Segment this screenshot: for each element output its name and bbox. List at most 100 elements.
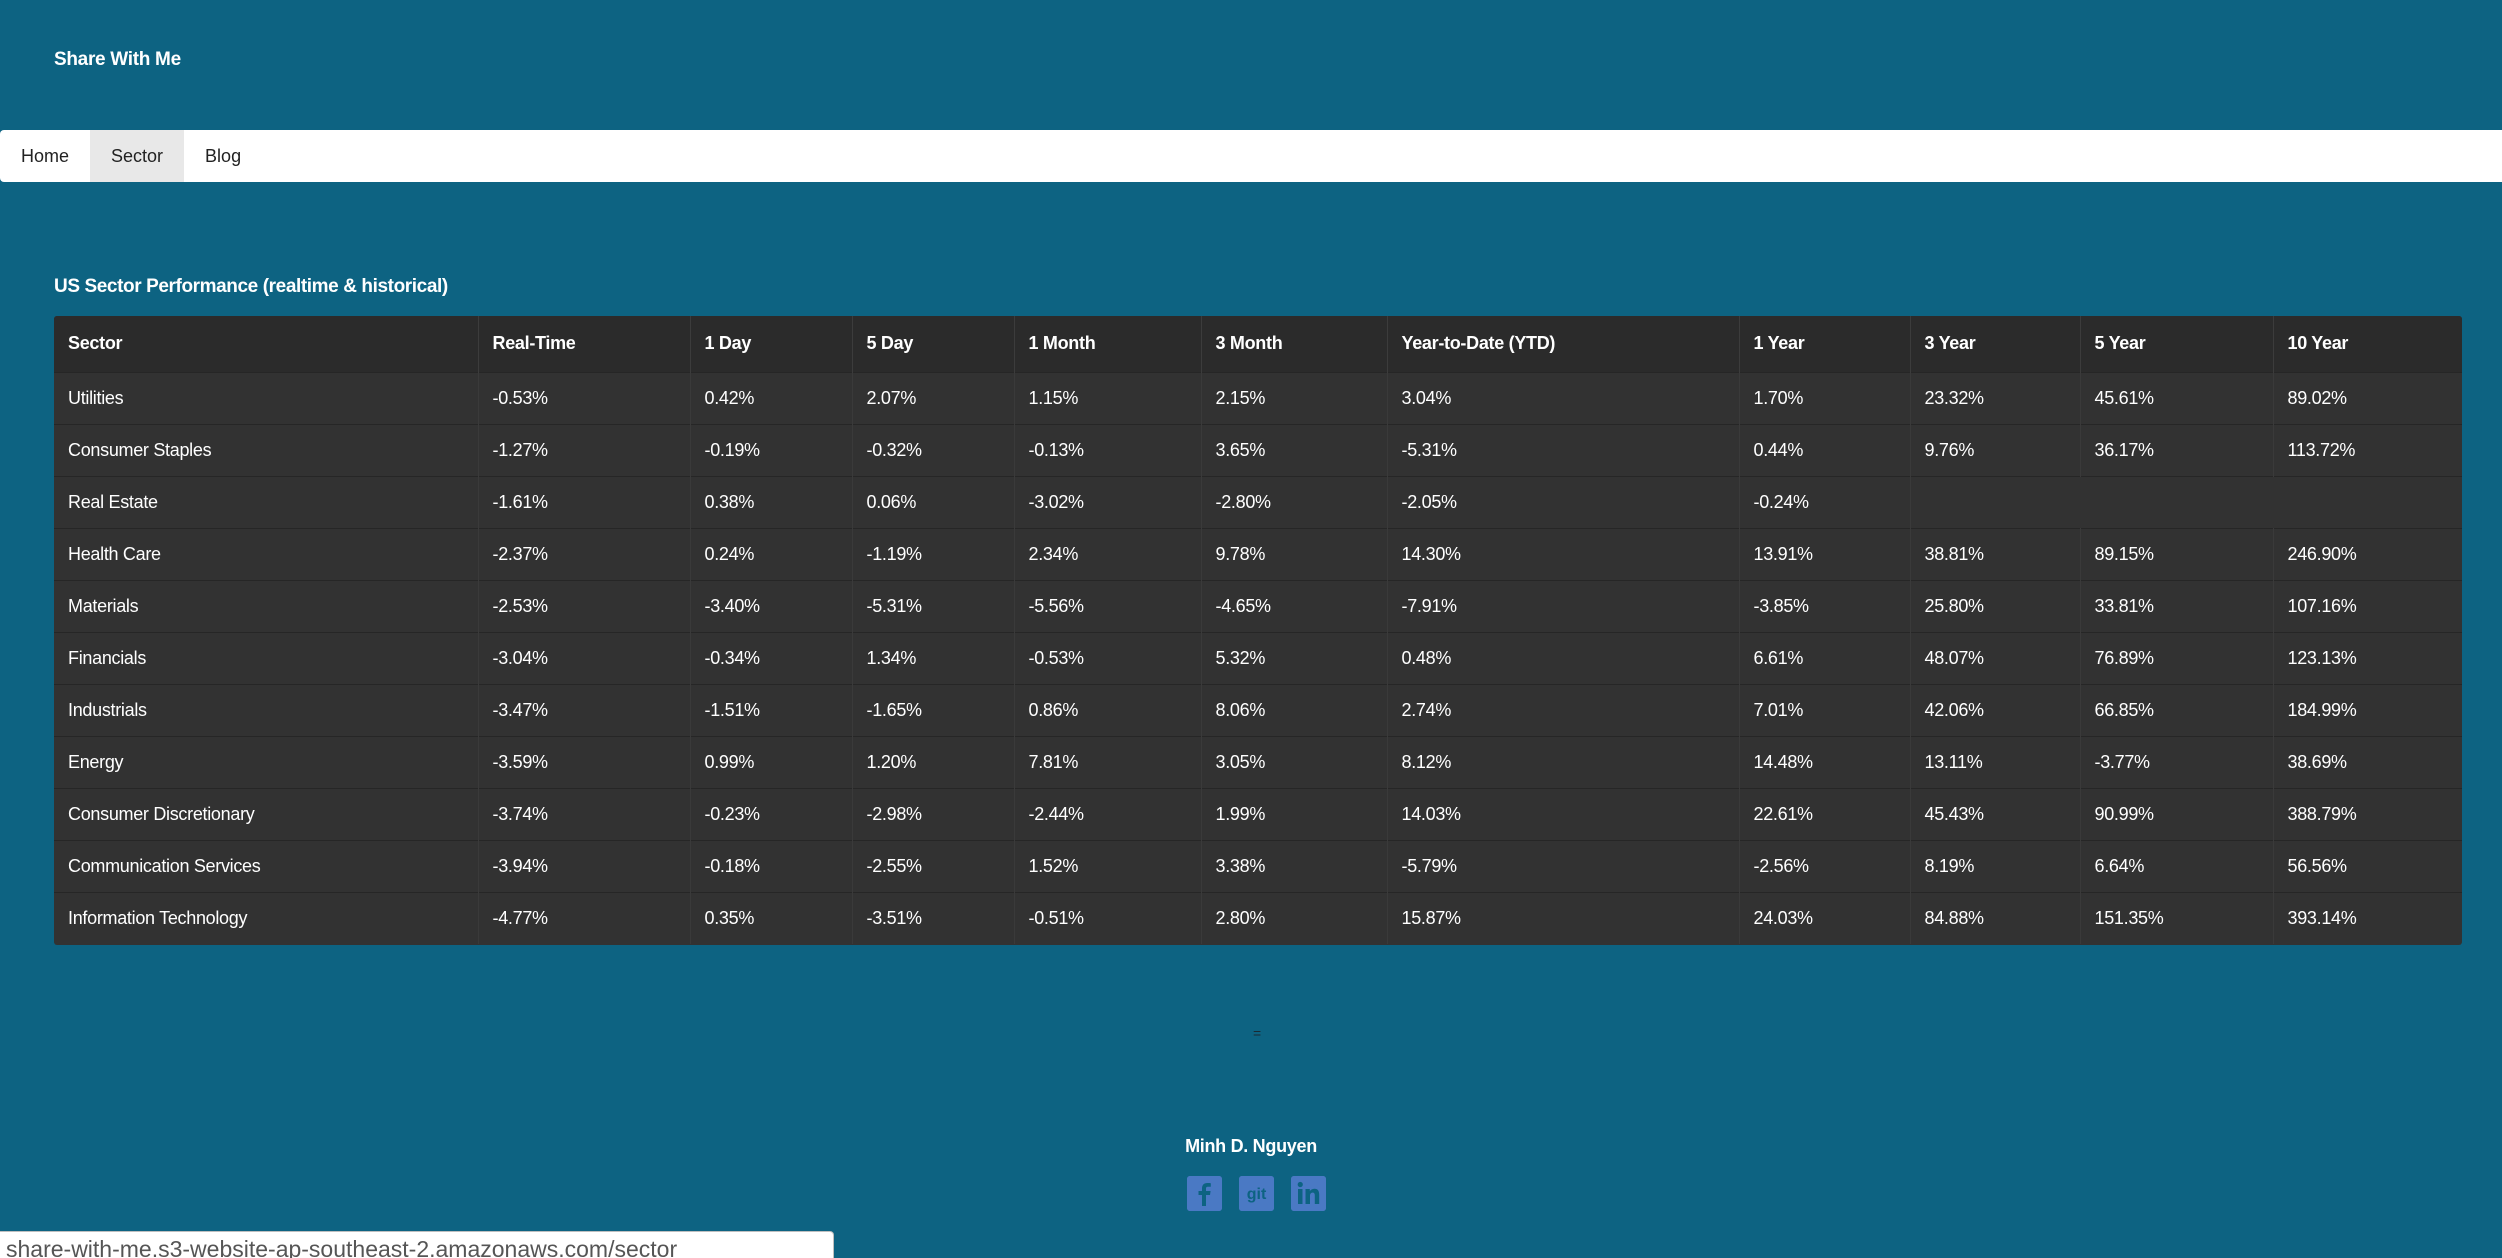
column-header: 3 Year [1910, 316, 2081, 372]
column-header: 1 Year [1739, 316, 1911, 372]
performance-cell: -0.53% [1014, 631, 1202, 684]
sector-name-cell: Energy [54, 735, 479, 788]
performance-cell: 0.44% [1739, 423, 1911, 476]
column-header: 10 Year [2287, 333, 2349, 354]
social-links: git [1187, 1176, 1326, 1211]
performance-cell: -3.02% [1014, 475, 1202, 528]
performance-cell: 1.99% [1201, 787, 1388, 840]
performance-cell: -0.51% [1014, 891, 1202, 944]
performance-cell: 0.99% [690, 735, 853, 788]
column-header: 5 Year [2080, 316, 2274, 372]
performance-cell: -3.59% [478, 735, 691, 788]
sector-name-cell: Communication Services [54, 839, 479, 892]
table-row: Materials -2.53% -3.40% -5.31% -5.56% -4.65% -… [54, 579, 2462, 632]
performance-cell: 38.69% [2273, 735, 2462, 788]
performance-cell: 388.79% [2273, 787, 2462, 840]
sector-performance-table: Sector Real-Time 1 Day 5 Day 1 Month 3 Month Y… [54, 316, 2462, 945]
performance-cell: -0.19% [690, 423, 853, 476]
performance-cell: 14.48% [1739, 735, 1911, 788]
performance-cell: -0.18% [690, 839, 853, 892]
divider-mark: = [1253, 1025, 1262, 1041]
performance-cell: -3.51% [852, 891, 1015, 944]
sector-name-cell: Consumer Discretionary [54, 787, 479, 840]
performance-cell: 2.15% [1201, 371, 1388, 424]
performance-cell: 0.48% [1387, 631, 1740, 684]
nav-item-blog[interactable]: Blog [184, 130, 262, 182]
column-header: Sector [54, 316, 479, 372]
performance-cell: 246.90% [2273, 527, 2462, 580]
table-row: Utilities -0.53% 0.42% 2.07% 1.15% 2.15% 3.04%… [54, 371, 2462, 424]
performance-cell: -2.53% [478, 579, 691, 632]
performance-cell: -4.77% [478, 891, 691, 944]
performance-cell [2080, 475, 2273, 528]
performance-cell: 1.52% [1014, 839, 1202, 892]
performance-cell: 184.99% [2273, 683, 2462, 736]
performance-cell: -3.85% [1739, 579, 1911, 632]
column-header: Real-Time [478, 316, 691, 372]
table-row: Health Care -2.37% 0.24% -1.19% 2.34% 9.78% 14… [54, 527, 2462, 580]
performance-cell: 2.07% [852, 371, 1015, 424]
performance-cell: -1.19% [852, 527, 1015, 580]
performance-cell: -3.40% [690, 579, 853, 632]
performance-cell: 9.78% [1201, 527, 1388, 580]
performance-cell: -2.37% [478, 527, 691, 580]
performance-cell: -2.44% [1014, 787, 1202, 840]
performance-cell: 0.38% [690, 475, 853, 528]
performance-cell: -0.13% [1014, 423, 1202, 476]
performance-cell: 89.15% [2080, 527, 2274, 580]
nav-item-home[interactable]: Home [0, 130, 90, 182]
performance-cell: 0.35% [690, 891, 853, 944]
performance-cell: -3.04% [478, 631, 691, 684]
linkedin-icon[interactable] [1291, 1176, 1326, 1211]
performance-cell: -0.32% [852, 423, 1015, 476]
performance-cell: 393.14% [2273, 891, 2462, 944]
performance-cell: 48.07% [1910, 631, 2081, 684]
performance-cell: -2.56% [1739, 839, 1911, 892]
table-row: Information Technology -4.77% 0.35% -3.51% -… [54, 891, 2462, 944]
nav-item-sector[interactable]: Sector [90, 130, 185, 182]
performance-cell: -1.27% [478, 423, 691, 476]
column-header: 5 Day [852, 316, 1015, 372]
performance-cell: 0.06% [852, 475, 1015, 528]
performance-cell: 45.43% [1910, 787, 2081, 840]
sector-name-cell: Health Care [54, 527, 479, 580]
performance-cell: -5.56% [1014, 579, 1202, 632]
author-name: Minh D. Nguyen [1185, 1136, 1317, 1156]
performance-cell: -1.65% [852, 683, 1015, 736]
performance-cell: 6.64% [2080, 839, 2274, 892]
performance-cell: 23.32% [1910, 371, 2081, 424]
git-icon[interactable]: git [1239, 1176, 1274, 1211]
performance-cell: 0.42% [690, 371, 853, 424]
performance-cell: -3.94% [478, 839, 691, 892]
table-row: Consumer Staples -1.27% -0.19% -0.32% -0.13%… [54, 423, 2462, 476]
performance-cell: 25.80% [1910, 579, 2081, 632]
performance-cell: 42.06% [1910, 683, 2081, 736]
performance-cell: 107.16% [2273, 579, 2462, 632]
column-header: 3 Month [1201, 316, 1388, 372]
performance-cell [2273, 475, 2462, 528]
performance-cell: 22.61% [1739, 787, 1911, 840]
performance-cell: -2.05% [1387, 475, 1740, 528]
sector-name-cell: Financials [54, 631, 479, 684]
performance-cell: 8.06% [1201, 683, 1388, 736]
performance-cell: -0.34% [690, 631, 853, 684]
performance-cell: 5.32% [1201, 631, 1388, 684]
performance-cell: -3.74% [478, 787, 691, 840]
site-title[interactable]: Share With Me [54, 49, 181, 71]
performance-cell: 8.12% [1387, 735, 1740, 788]
performance-cell: 2.34% [1014, 527, 1202, 580]
performance-cell: -3.77% [2080, 735, 2274, 788]
performance-cell: 36.17% [2080, 423, 2274, 476]
performance-cell: -1.51% [690, 683, 853, 736]
table-row: Communication Services -3.94% -0.18% -2.55%… [54, 839, 2462, 892]
performance-cell: 3.65% [1201, 423, 1388, 476]
facebook-icon[interactable] [1187, 1176, 1222, 1211]
performance-cell: 8.19% [1910, 839, 2081, 892]
status-bar-url: share-with-me.s3-website-ap-southeast-2.… [0, 1231, 834, 1258]
table-caption: US Sector Performance (realtime & histor… [54, 276, 448, 297]
performance-cell: 151.35% [2080, 891, 2274, 944]
performance-cell: 7.81% [1014, 735, 1202, 788]
performance-cell: 9.76% [1910, 423, 2081, 476]
performance-cell: 14.03% [1387, 787, 1740, 840]
sector-name-cell: Information Technology [54, 891, 479, 944]
